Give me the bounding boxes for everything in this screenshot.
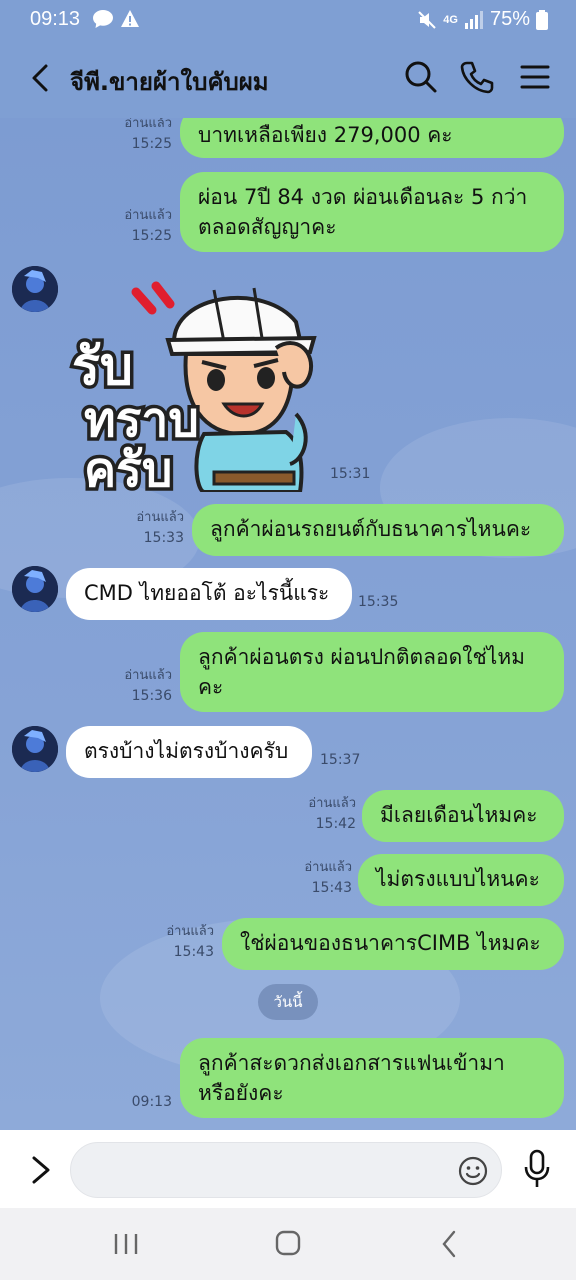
back-icon[interactable]	[24, 60, 60, 96]
message-text: บาทเหลือเพียง 279,000 คะ	[198, 123, 453, 147]
message-text: ผ่อน 7ปี 84 งวด ผ่อนเดือนละ 5 กว่า	[198, 185, 528, 209]
avatar[interactable]	[12, 266, 58, 312]
sticker-text: ครับ	[84, 442, 172, 492]
message-text: ลูกค้าผ่อนรถยนต์กับธนาคารไหนคะ	[210, 517, 532, 541]
message-time: 15:37	[320, 752, 361, 768]
message-meta: อ่านแล้ว 15:43	[152, 922, 214, 962]
message-meta: อ่านแล้ว 15:25	[110, 118, 172, 154]
battery-percent: 75%	[489, 8, 530, 30]
message-bubble-sent[interactable]: บาทเหลือเพียง 279,000 คะ	[180, 118, 564, 158]
chat-bubble-icon	[93, 10, 113, 28]
message-text: มีเลยเดือนไหมคะ	[380, 803, 538, 827]
message-text: หรือยังคะ	[198, 1081, 284, 1105]
avatar[interactable]	[12, 726, 58, 772]
message-bubble-received[interactable]: ตรงบ้างไม่ตรงบ้างครับ	[66, 726, 312, 778]
phone-icon[interactable]	[458, 58, 496, 96]
message-time: 15:33	[143, 530, 184, 546]
day-separator: วันนี้	[258, 984, 318, 1020]
message-meta: อ่านแล้ว 15:42	[294, 794, 356, 834]
message-meta: 09:13	[110, 1092, 172, 1112]
read-receipt: อ่านแล้ว	[136, 510, 184, 525]
message-bubble-sent[interactable]: ไม่ตรงแบบไหนคะ	[358, 854, 564, 906]
warning-icon	[121, 10, 139, 27]
message-bubble-sent[interactable]: ลูกค้าผ่อนรถยนต์กับธนาคารไหนคะ	[192, 504, 564, 556]
message-meta: อ่านแล้ว 15:25	[110, 206, 172, 246]
message-composer	[0, 1130, 576, 1208]
message-text: ตลอดสัญญาคะ	[198, 215, 337, 239]
message-list[interactable]: อ่านแล้ว 15:25 บาทเหลือเพียง 279,000 คะ …	[0, 118, 576, 1130]
back-nav-icon[interactable]	[430, 1226, 470, 1262]
message-time: 15:36	[131, 688, 172, 704]
message-meta: อ่านแล้ว 15:43	[290, 858, 352, 898]
read-receipt: อ่านแล้ว	[308, 796, 356, 811]
message-bubble-received[interactable]: CMD ไทยออโต้ อะไรนี้แระ	[66, 568, 352, 620]
search-icon[interactable]	[402, 58, 440, 96]
message-time: 15:42	[315, 816, 356, 832]
message-meta: อ่านแล้ว 15:36	[110, 666, 172, 706]
message-text: คะ	[198, 675, 224, 699]
menu-icon[interactable]	[516, 58, 554, 96]
system-nav-bar	[0, 1208, 576, 1280]
read-receipt: อ่านแล้ว	[124, 668, 172, 683]
message-text: ใช่ผ่อนของธนาคารCIMB ไหมคะ	[240, 931, 541, 955]
home-icon[interactable]	[268, 1226, 308, 1262]
message-bubble-sent[interactable]: ลูกค้าผ่อนตรง ผ่อนปกติตลอดใช่ไหม คะ	[180, 632, 564, 712]
battery-icon	[536, 9, 548, 30]
message-meta: อ่านแล้ว 15:33	[122, 508, 184, 548]
message-bubble-sent[interactable]: ใช่ผ่อนของธนาคารCIMB ไหมคะ	[222, 918, 564, 970]
read-receipt: อ่านแล้ว	[124, 118, 172, 131]
message-text: CMD ไทยออโต้ อะไรนี้แระ	[84, 581, 330, 605]
message-time: 15:43	[173, 944, 214, 960]
network-type: 4G	[443, 13, 458, 26]
message-time: 15:25	[131, 136, 172, 152]
sticker-text: รับ	[72, 337, 133, 397]
microphone-icon[interactable]	[520, 1148, 554, 1190]
message-bubble-sent[interactable]: ผ่อน 7ปี 84 งวด ผ่อนเดือนละ 5 กว่า ตลอดส…	[180, 172, 564, 252]
message-bubble-sent[interactable]: มีเลยเดือนไหมคะ	[362, 790, 564, 842]
message-text: ตรงบ้างไม่ตรงบ้างครับ	[84, 739, 289, 763]
emoji-icon[interactable]	[457, 1155, 489, 1187]
message-time: 15:35	[358, 594, 399, 610]
read-receipt: อ่านแล้ว	[166, 924, 214, 939]
chevron-right-icon[interactable]	[26, 1150, 56, 1190]
signal-icon	[464, 10, 483, 29]
message-time: 15:43	[311, 880, 352, 896]
chat-title[interactable]: จีพี.ขายผ้าใบคับผม	[70, 62, 269, 101]
message-time: 15:25	[131, 228, 172, 244]
message-bubble-sent[interactable]: ลูกค้าสะดวกส่งเอกสารแฟนเข้ามา หรือยังคะ	[180, 1038, 564, 1118]
message-time: 15:31	[330, 466, 371, 482]
sticker-message[interactable]: รับ ทราบ ครับ	[64, 264, 324, 502]
mute-icon	[418, 10, 436, 29]
status-bar: 09:13 4G 75%	[0, 0, 576, 38]
message-text: ลูกค้าผ่อนตรง ผ่อนปกติตลอดใช่ไหม	[198, 645, 526, 669]
read-receipt: อ่านแล้ว	[304, 860, 352, 875]
message-text: ลูกค้าสะดวกส่งเอกสารแฟนเข้ามา	[198, 1051, 505, 1075]
chat-header: จีพี.ขายผ้าใบคับผม	[0, 38, 576, 118]
recent-apps-icon[interactable]	[106, 1226, 146, 1262]
message-text: ไม่ตรงแบบไหนคะ	[376, 867, 540, 891]
avatar[interactable]	[12, 566, 58, 612]
message-input[interactable]	[70, 1142, 502, 1198]
status-time: 09:13	[30, 8, 81, 30]
sticker-text: ทราบ	[84, 392, 199, 448]
message-time: 09:13	[131, 1094, 172, 1110]
read-receipt: อ่านแล้ว	[124, 208, 172, 223]
